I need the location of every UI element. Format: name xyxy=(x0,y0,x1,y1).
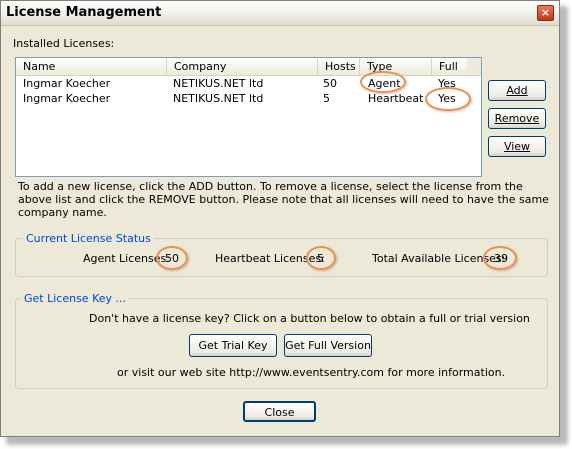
highlight-circle xyxy=(306,246,336,270)
highlight-circle xyxy=(156,246,188,270)
column-name[interactable]: Name xyxy=(16,58,167,75)
table-row[interactable]: Ingmar Koecher NETIKUS.NET ltd 50 Agent … xyxy=(16,76,481,91)
cell-hosts: 50 xyxy=(323,77,337,90)
window-title: License Management xyxy=(6,5,162,20)
header-spacer xyxy=(467,58,481,75)
installed-licenses-label: Installed Licenses: xyxy=(13,37,115,50)
close-window-button[interactable]: × xyxy=(537,5,554,21)
highlight-circle xyxy=(425,87,471,111)
help-text-line: company name. xyxy=(18,206,107,219)
website-text: or visit our web site http://www.eventse… xyxy=(117,366,506,379)
view-label: View xyxy=(503,140,531,153)
help-text-line: To add a new license, click the ADD butt… xyxy=(18,180,523,193)
close-button[interactable]: Close xyxy=(243,401,316,422)
get-full-version-button[interactable]: Get Full Version xyxy=(284,334,372,357)
cell-name: Ingmar Koecher xyxy=(23,77,111,90)
column-company[interactable]: Company xyxy=(167,58,318,75)
remove-button[interactable]: Remove xyxy=(488,108,546,129)
table-row[interactable]: Ingmar Koecher NETIKUS.NET ltd 5 Heartbe… xyxy=(16,91,481,106)
add-label: Add xyxy=(506,84,528,97)
cell-name: Ingmar Koecher xyxy=(23,92,111,105)
cell-hosts: 5 xyxy=(323,92,330,105)
highlight-circle xyxy=(483,246,517,270)
remove-label: Remove xyxy=(494,112,540,125)
license-key-prompt: Don't have a license key? Click on a but… xyxy=(89,312,530,325)
license-status-title: Current License Status xyxy=(23,232,154,245)
get-trial-key-button[interactable]: Get Trial Key xyxy=(189,334,277,357)
view-button[interactable]: View xyxy=(488,136,546,157)
license-management-dialog: License Management × Installed Licenses:… xyxy=(0,0,560,437)
licenses-list[interactable]: Name Company Hosts Type Full Ingmar Koec… xyxy=(15,57,482,177)
license-key-title: Get License Key ... xyxy=(21,292,129,305)
highlight-circle xyxy=(360,71,406,93)
help-text-line: above list and click the REMOVE button. … xyxy=(18,193,549,206)
title-bar: License Management × xyxy=(1,1,559,26)
column-full[interactable]: Full xyxy=(432,58,468,75)
column-hosts[interactable]: Hosts xyxy=(318,58,360,75)
cell-company: NETIKUS.NET ltd xyxy=(173,77,264,90)
list-header: Name Company Hosts Type Full xyxy=(16,58,481,76)
cell-type: Heartbeat xyxy=(368,92,424,105)
add-button[interactable]: Add xyxy=(488,80,546,101)
cell-company: NETIKUS.NET ltd xyxy=(173,92,264,105)
